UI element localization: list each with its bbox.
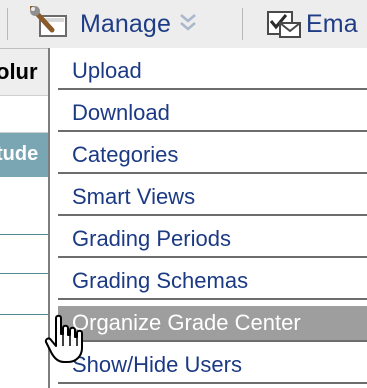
email-icon <box>267 11 301 38</box>
menu-item-smart-views[interactable]: Smart Views <box>58 180 367 216</box>
menu-item-organize-grade-center[interactable]: Organize Grade Center <box>58 306 367 342</box>
toolbar: Manage Ema <box>0 0 367 49</box>
email-label: Ema <box>306 9 358 38</box>
toolbar-separator <box>7 8 8 40</box>
hand-cursor-icon <box>44 314 83 363</box>
chevron-down-icon <box>180 14 196 31</box>
menu-item-categories[interactable]: Categories <box>58 138 367 174</box>
menu-item-label: Upload <box>72 58 142 83</box>
menu-item-label: Grading Periods <box>72 226 231 251</box>
menu-item-label: Grading Schemas <box>72 268 249 293</box>
student-header-text: tude <box>0 143 39 165</box>
manage-label: Manage <box>80 9 171 38</box>
toolbar-separator <box>242 8 243 40</box>
menu-item-show-hide-users[interactable]: Show/Hide Users <box>58 348 367 384</box>
manage-dropdown-menu: Upload Download Categories Smart Views G… <box>48 48 367 388</box>
student-header-cell: tude <box>0 133 48 177</box>
menu-item-label: Categories <box>72 142 179 167</box>
menu-item-grading-periods[interactable]: Grading Periods <box>58 222 367 258</box>
manage-menu-button[interactable]: Manage <box>30 0 197 48</box>
menu-item-grading-schemas[interactable]: Grading Schemas <box>58 264 367 300</box>
column-header-cell: olur <box>0 49 48 96</box>
menu-item-label: Organize Grade Center <box>72 310 301 335</box>
grid-row <box>0 315 48 388</box>
menu-item-label: Smart Views <box>72 184 196 209</box>
menu-item-download[interactable]: Download <box>58 96 367 132</box>
wrench-icon <box>30 6 67 37</box>
column-header-text: olur <box>0 59 38 84</box>
grid-row <box>0 235 48 274</box>
grid-row <box>0 96 48 133</box>
menu-item-label: Download <box>72 100 170 125</box>
grid-row <box>0 178 48 235</box>
email-menu-button[interactable]: Ema <box>266 0 358 48</box>
menu-item-label: Show/Hide Users <box>72 352 242 377</box>
grid-row <box>0 274 48 315</box>
menu-item-upload[interactable]: Upload <box>58 54 367 90</box>
